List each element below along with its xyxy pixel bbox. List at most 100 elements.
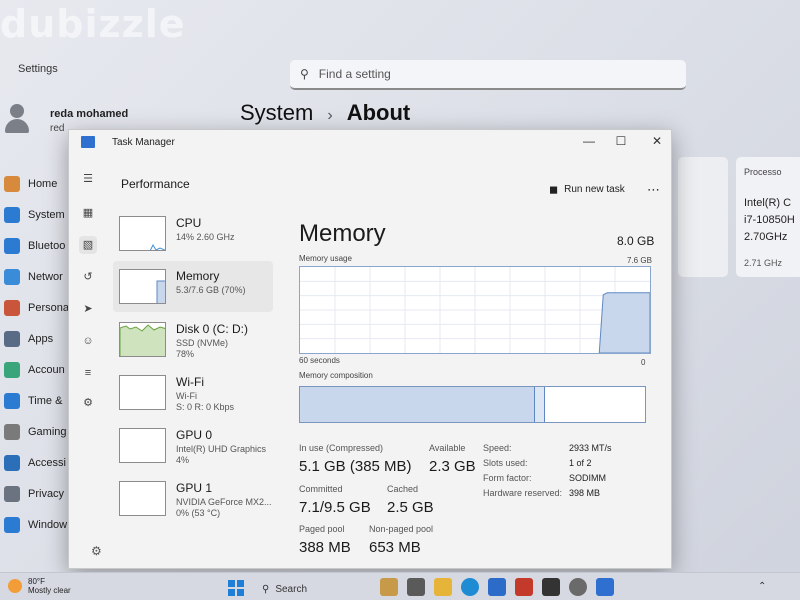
run-task-icon: ◼ — [549, 184, 559, 196]
office-icon[interactable] — [515, 578, 533, 596]
app-history-icon[interactable]: ↺ — [79, 268, 97, 286]
perf-thumbnail — [119, 428, 166, 463]
processor-card-title: Processo — [744, 167, 782, 177]
sidebar-item-label: System — [28, 208, 65, 221]
task-manager-window: Task Manager — ☐ ✕ ☰ ▦ ▧ ↺ ➤ ☺ ≡ ⚙ ⚙ Per… — [68, 129, 672, 569]
apps-icon — [4, 330, 20, 347]
committed-value: 7.1/9.5 GB — [299, 499, 371, 516]
cached-label: Cached — [387, 484, 419, 494]
sidebar-item-system[interactable]: System — [0, 199, 72, 230]
non-paged-pool-value: 653 MB — [369, 539, 421, 556]
more-options-button[interactable]: ⋯ — [647, 182, 661, 198]
perf-item-name: Memory — [176, 269, 220, 283]
sidebar-item-apps[interactable]: Apps — [0, 323, 72, 354]
sidebar-item-window[interactable]: Window — [0, 509, 72, 540]
minimize-icon[interactable]: — — [579, 134, 599, 148]
terminal-icon[interactable] — [542, 578, 560, 596]
perf-item-gpu[interactable]: GPU 1 NVIDIA GeForce MX2... 0% (53 °C) — [113, 473, 273, 524]
window-title: Task Manager — [112, 137, 175, 148]
maximize-icon[interactable]: ☐ — [611, 134, 631, 148]
start-button[interactable] — [228, 580, 244, 596]
perf-item-name: Wi-Fi — [176, 375, 204, 389]
user-name: reda mohamed — [50, 108, 129, 120]
weather-temp: 80°F — [28, 577, 45, 586]
slots-used-label: Slots used: — [483, 458, 528, 468]
taskbar-search[interactable]: ⚲ Search — [262, 584, 307, 595]
memory-usage-chart — [300, 267, 650, 353]
committed-label: Committed — [299, 484, 343, 494]
perf-item-detail: 4% — [176, 455, 190, 465]
settings-gear-icon[interactable]: ⚙ — [91, 544, 102, 558]
perf-item-disk[interactable]: Disk 0 (C: D:) SSD (NVMe) 78% — [113, 314, 273, 365]
sidebar-item-networ[interactable]: Networ — [0, 261, 72, 292]
wifi-icon — [4, 268, 20, 285]
title-bar[interactable]: Task Manager — ☐ ✕ — [69, 130, 671, 156]
user-email: red — [50, 123, 65, 134]
in-use-value: 5.1 GB (385 MB) — [299, 458, 412, 475]
perf-item-wifi[interactable]: Wi-Fi Wi-Fi S: 0 R: 0 Kbps — [113, 367, 273, 418]
sidebar-item-label: Accessi — [28, 456, 66, 469]
processes-icon[interactable]: ▦ — [79, 204, 97, 222]
hamburger-menu-icon[interactable]: ☰ — [79, 170, 97, 188]
sidebar-item-persona[interactable]: Persona — [0, 292, 72, 323]
processor-speed: 2.71 GHz — [744, 258, 783, 268]
perf-item-name: Disk 0 (C: D:) — [176, 322, 248, 336]
services-icon[interactable]: ⚙ — [79, 394, 97, 412]
chevron-up-icon[interactable]: ⌃ — [758, 581, 766, 592]
sidebar-item-label: Gaming — [28, 425, 67, 438]
file-explorer-icon[interactable] — [434, 578, 452, 596]
perf-item-name: GPU 0 — [176, 428, 213, 442]
perf-item-detail: NVIDIA GeForce MX2... — [176, 497, 272, 507]
sidebar-item-accessi[interactable]: Accessi — [0, 447, 72, 478]
breadcrumb-system[interactable]: System — [240, 100, 313, 126]
sidebar-item-bluetoo[interactable]: Bluetoo — [0, 230, 72, 261]
search-placeholder: Find a setting — [318, 67, 391, 81]
time-span-label: 60 seconds — [299, 356, 340, 365]
weather-desc: Mostly clear — [28, 586, 71, 595]
breadcrumb: System › About — [240, 100, 410, 126]
sidebar-item-label: Apps — [28, 332, 54, 345]
sidebar-item-home[interactable]: Home — [0, 168, 72, 199]
close-icon[interactable]: ✕ — [647, 134, 667, 148]
sidebar-item-label: Home — [28, 177, 58, 190]
weather-widget[interactable]: 80°F Mostly clear — [8, 577, 71, 595]
sidebar-item-time[interactable]: Time & — [0, 385, 72, 416]
sidebar-item-accoun[interactable]: Accoun — [0, 354, 72, 385]
memory-usage-area — [598, 292, 650, 353]
task-manager-app-icon[interactable] — [596, 578, 614, 596]
zero-label: 0 — [641, 358, 646, 367]
chevron-right-icon: › — [327, 107, 333, 124]
run-new-task-button[interactable]: ◼ Run new task — [549, 183, 625, 196]
windows-update-icon — [4, 516, 20, 533]
sidebar-item-gaming[interactable]: Gaming — [0, 416, 72, 447]
processor-name-line: i7-10850H — [744, 214, 795, 226]
task-view-icon[interactable] — [407, 578, 425, 596]
slots-used-value: 1 of 2 — [569, 458, 592, 468]
settings-app-icon[interactable] — [569, 578, 587, 596]
sidebar-item-privacy[interactable]: Privacy — [0, 478, 72, 509]
perf-item-gpu[interactable]: GPU 0 Intel(R) UHD Graphics 4% — [113, 420, 273, 471]
details-icon[interactable]: ≡ — [79, 364, 97, 382]
store-icon[interactable] — [488, 578, 506, 596]
performance-icon[interactable]: ▧ — [79, 236, 97, 254]
widgets-icon[interactable] — [380, 578, 398, 596]
startup-apps-icon[interactable]: ➤ — [79, 300, 97, 318]
sidebar-item-label: Networ — [28, 270, 63, 283]
edge-icon[interactable] — [461, 578, 479, 596]
in-use-segment — [300, 387, 535, 422]
perf-item-cpu[interactable]: CPU 14% 2.60 GHz — [113, 208, 273, 259]
hardware-reserved-label: Hardware reserved: — [483, 488, 563, 498]
perf-item-memory[interactable]: Memory 5.3/7.6 GB (70%) — [113, 261, 273, 312]
home-icon — [4, 175, 20, 192]
sidebar-item-label: Bluetoo — [28, 239, 66, 252]
users-icon[interactable]: ☺ — [79, 332, 97, 350]
accessibility-icon — [4, 454, 20, 471]
settings-title: Settings — [18, 63, 58, 75]
sidebar-item-label: Persona — [28, 301, 69, 314]
memory-usage-max: 7.6 GB — [627, 256, 652, 265]
avatar[interactable] — [4, 104, 30, 134]
performance-list: CPU 14% 2.60 GHz Memory 5.3/7.6 GB (70%) Dis… — [113, 208, 273, 526]
perf-item-name: GPU 1 — [176, 481, 213, 495]
sidebar-item-label: Privacy — [28, 487, 65, 500]
settings-search-input[interactable]: ⚲ Find a setting — [290, 60, 686, 90]
